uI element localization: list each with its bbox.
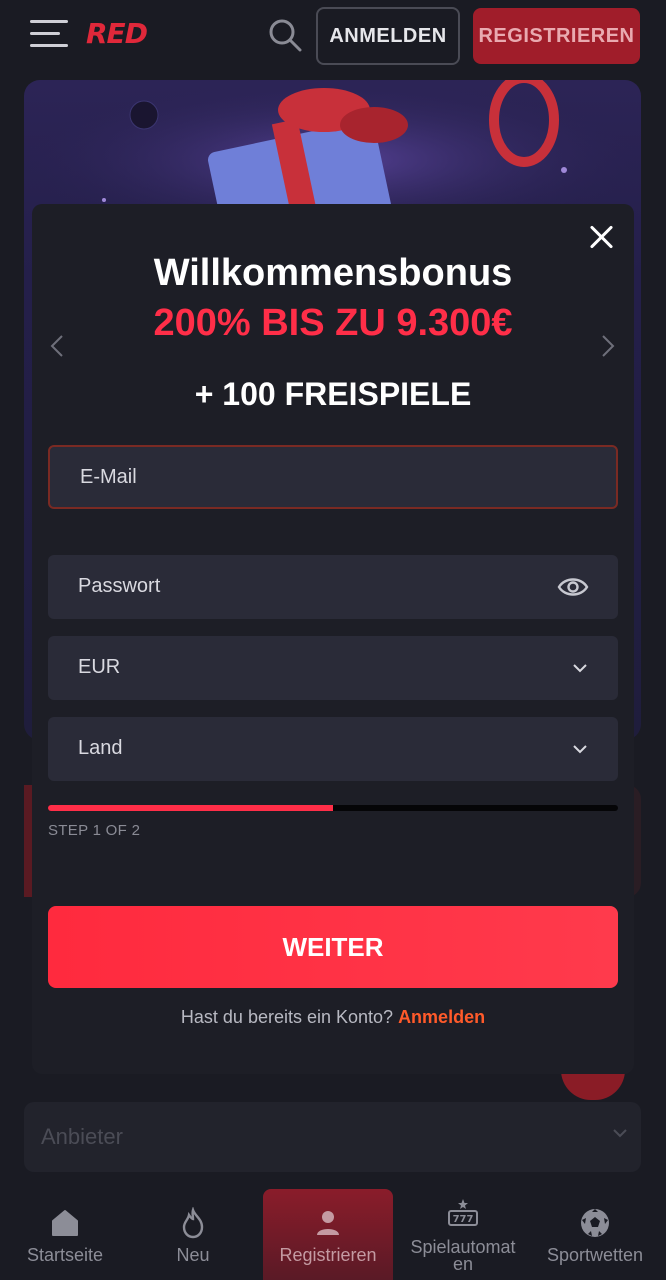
nav-item-new[interactable]: Neu (128, 1185, 258, 1280)
chevron-down-icon (573, 664, 587, 673)
chevron-down-icon (573, 745, 587, 754)
soccer-ball-icon (581, 1209, 609, 1237)
nav-label-slots: Spielautomat en (410, 1237, 516, 1274)
login-link[interactable]: Anmelden (398, 1007, 485, 1027)
eye-icon[interactable] (557, 574, 589, 600)
chevron-down-icon (613, 1129, 627, 1138)
svg-text:777: 777 (453, 1214, 474, 1225)
country-select[interactable]: Land (48, 717, 618, 781)
chevron-right-icon[interactable] (600, 334, 616, 358)
nav-item-slots[interactable]: 777 Spielautomat en (398, 1185, 528, 1280)
slot-machine-icon: 777 (448, 1199, 478, 1226)
hamburger-menu-icon[interactable] (30, 16, 68, 52)
password-label: Passwort (78, 575, 161, 597)
step-progress-fill (48, 805, 333, 811)
home-icon (52, 1210, 78, 1236)
nav-item-home[interactable]: Startseite (0, 1185, 130, 1280)
currency-select[interactable]: EUR (48, 636, 618, 700)
user-icon (317, 1211, 339, 1235)
login-prompt: Hast du bereits ein Konto? Anmelden (32, 1007, 634, 1028)
continue-button[interactable]: WEITER (48, 906, 618, 988)
login-prompt-text: Hast du bereits ein Konto? (180, 1007, 394, 1027)
flame-icon (182, 1207, 204, 1239)
search-icon[interactable] (268, 18, 302, 52)
step-indicator: STEP 1 OF 2 (48, 822, 141, 839)
brand-logo[interactable]: RED (86, 17, 148, 50)
password-field[interactable]: Passwort (48, 555, 618, 619)
nav-label-home: Startseite (26, 1245, 104, 1265)
chevron-left-icon[interactable] (49, 334, 65, 358)
country-label: Land (78, 737, 123, 759)
register-button[interactable]: REGISTRIEREN (473, 8, 640, 64)
login-button[interactable]: ANMELDEN (316, 7, 460, 65)
nav-item-sports[interactable]: Sportwetten (530, 1185, 660, 1280)
close-icon[interactable] (585, 220, 619, 254)
bottom-navigation: Startseite Neu Registrieren 777 Spielaut… (0, 1185, 666, 1280)
email-input[interactable] (50, 447, 616, 507)
nav-label-register: Registrieren (279, 1245, 377, 1265)
currency-value: EUR (78, 656, 121, 678)
top-header: RED ANMELDEN REGISTRIEREN (0, 0, 666, 72)
registration-modal: Willkommensbonus 200% BIS ZU 9.300€ + 10… (32, 204, 634, 1074)
nav-label-new: Neu (176, 1245, 210, 1265)
nav-item-register[interactable]: Registrieren (263, 1189, 393, 1280)
free-spins-text: + 100 FREISPIELE (194, 376, 472, 412)
step-progress-bar (48, 805, 618, 811)
email-field[interactable] (48, 445, 618, 509)
nav-label-sports: Sportwetten (546, 1245, 644, 1265)
bonus-amount: 200% BIS ZU 9.300€ (153, 302, 513, 344)
modal-title: Willkommensbonus (153, 252, 513, 294)
provider-filter-label: Anbieter (41, 1124, 123, 1149)
provider-filter[interactable]: Anbieter (24, 1102, 641, 1172)
